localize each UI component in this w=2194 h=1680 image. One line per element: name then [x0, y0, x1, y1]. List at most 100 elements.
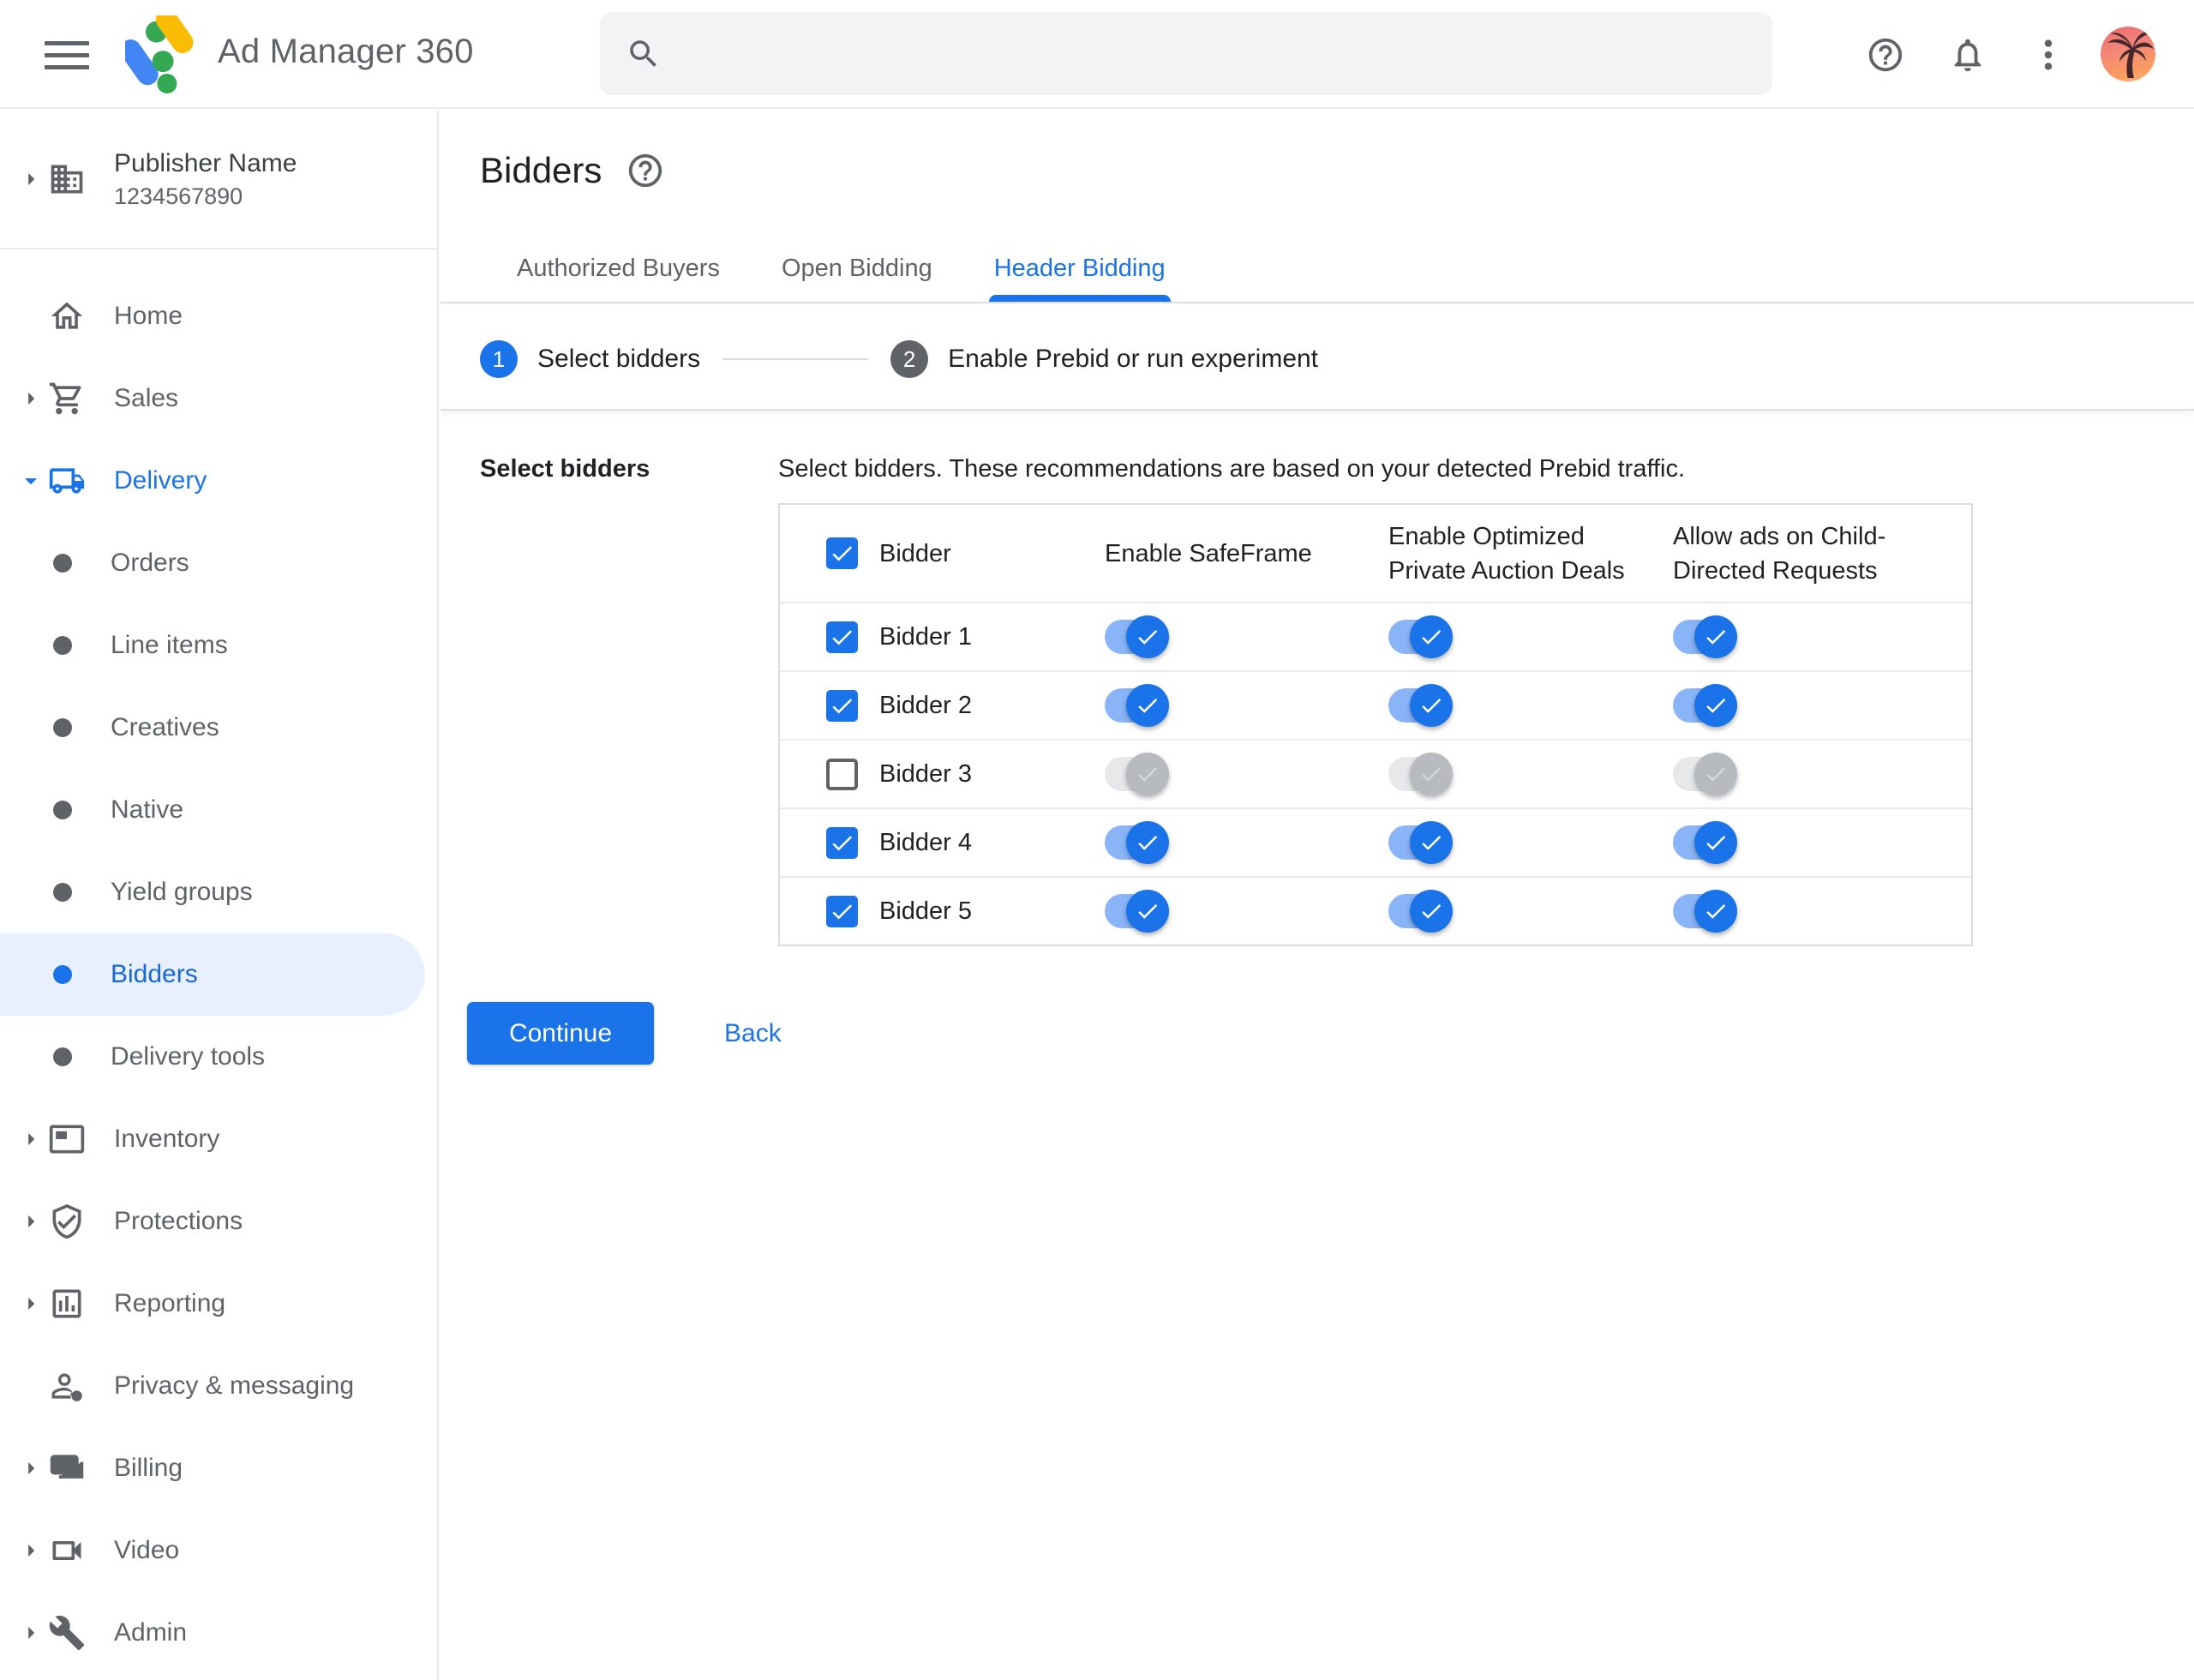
row-checkbox[interactable] — [826, 895, 858, 927]
search-bar[interactable] — [600, 12, 1772, 95]
optimized-deals-toggle[interactable] — [1388, 684, 1453, 727]
sidebar-item-protections[interactable]: Protections — [0, 1180, 437, 1263]
search-input[interactable] — [684, 39, 1747, 69]
safeframe-toggle[interactable] — [1105, 890, 1169, 933]
sidebar-item-privacy-messaging[interactable]: Privacy & messaging — [0, 1345, 437, 1427]
child-directed-toggle[interactable] — [1673, 615, 1737, 658]
sidebar-item-orders[interactable]: Orders — [0, 522, 437, 604]
row-checkbox[interactable] — [826, 758, 858, 790]
sidebar-item-yield-groups[interactable]: Yield groups — [0, 851, 437, 933]
page-title: Bidders — [480, 150, 602, 190]
sidebar-item-line-items[interactable]: Line items — [0, 604, 437, 687]
top-app-bar: Ad Manager 360 — [0, 0, 2194, 109]
continue-button[interactable]: Continue — [467, 1002, 654, 1065]
step-2-circle: 2 — [890, 340, 929, 378]
sidebar-item-label: Privacy & messaging — [114, 1371, 355, 1400]
sidebar-item-label: Admin — [114, 1618, 188, 1647]
table-row: Bidder 3 — [780, 739, 1971, 807]
tab-open-bidding[interactable]: Open Bidding — [779, 236, 935, 302]
publisher-switcher[interactable]: Publisher Name 1234567890 — [0, 111, 437, 249]
sidebar-item-inventory[interactable]: Inventory — [0, 1098, 437, 1180]
safeframe-toggle[interactable] — [1105, 684, 1169, 727]
back-link[interactable]: Back — [724, 1019, 782, 1048]
child-directed-toggle[interactable] — [1673, 821, 1737, 864]
table-row: Bidder 1 — [780, 602, 1971, 670]
help-icon[interactable] — [1861, 31, 1909, 79]
divider — [441, 409, 2194, 411]
sidebar-item-label: Delivery — [114, 466, 207, 495]
page-header: Bidders — [480, 150, 665, 191]
sidebar-nav: Home Sales Delivery Orders Line items Cr… — [0, 249, 437, 1674]
cart-icon — [48, 380, 86, 417]
sidebar-item-label: Billing — [114, 1454, 183, 1482]
bullet-icon — [53, 883, 72, 902]
inventory-icon — [48, 1120, 86, 1158]
publisher-id: 1234567890 — [114, 183, 243, 209]
tab-header-bidding[interactable]: Header Bidding — [988, 236, 1171, 302]
optimized-deals-toggle[interactable] — [1388, 821, 1453, 864]
sidebar-item-label: Protections — [114, 1207, 243, 1235]
safeframe-toggle[interactable] — [1105, 753, 1169, 795]
row-checkbox[interactable] — [826, 621, 858, 653]
notifications-bell-icon[interactable] — [1944, 31, 1992, 79]
bidder-name: Bidder 3 — [879, 759, 973, 788]
video-camera-icon — [48, 1532, 86, 1569]
sidebar-item-creatives[interactable]: Creatives — [0, 687, 437, 769]
caret-right-icon — [15, 1124, 46, 1155]
sidebar-item-admin[interactable]: Admin — [0, 1592, 437, 1674]
caret-right-icon — [15, 1206, 46, 1237]
sidebar-item-reporting[interactable]: Reporting — [0, 1263, 437, 1345]
step-1-label: Select bidders — [537, 345, 701, 373]
select-all-checkbox[interactable] — [826, 537, 858, 569]
child-directed-toggle[interactable] — [1673, 890, 1737, 933]
publisher-name: Publisher Name — [114, 148, 297, 177]
optimized-deals-toggle[interactable] — [1388, 615, 1453, 658]
caret-right-icon — [15, 1535, 46, 1566]
tab-authorized-buyers[interactable]: Authorized Buyers — [514, 236, 722, 302]
sidebar-item-native[interactable]: Native — [0, 769, 437, 851]
stepper: 1 Select bidders 2 Enable Prebid or run … — [480, 328, 1318, 390]
sidebar-item-label: Reporting — [114, 1289, 226, 1317]
sidebar-item-label: Bidders — [111, 960, 198, 988]
sidebar-item-home[interactable]: Home — [0, 275, 437, 357]
divider — [441, 302, 2194, 303]
caret-spacer — [15, 301, 46, 332]
sidebar-item-bidders[interactable]: Bidders — [0, 933, 425, 1016]
sidebar-item-sales[interactable]: Sales — [0, 357, 437, 440]
sidebar-item-label: Creatives — [111, 713, 219, 741]
sidebar-item-label: Inventory — [114, 1125, 220, 1153]
hamburger-menu-icon[interactable] — [45, 31, 93, 79]
bullet-icon — [53, 1047, 72, 1066]
row-checkbox[interactable] — [826, 826, 858, 859]
sidebar-item-label: Video — [114, 1536, 180, 1564]
account-avatar[interactable] — [2101, 27, 2155, 81]
home-icon — [48, 297, 86, 335]
table-header-row: Bidder Enable SafeFrame Enable Optimized… — [780, 505, 1971, 602]
bullet-icon — [53, 801, 72, 819]
sidebar-item-label: Delivery tools — [111, 1042, 266, 1071]
child-directed-toggle[interactable] — [1673, 684, 1737, 727]
caret-right-icon — [15, 1288, 46, 1319]
safeframe-toggle[interactable] — [1105, 615, 1169, 658]
optimized-deals-toggle[interactable] — [1388, 753, 1453, 795]
overflow-menu-icon[interactable] — [2024, 31, 2072, 79]
column-header-optimized-deals: Enable Optimized Private Auction Deals — [1388, 522, 1625, 585]
bidder-name: Bidder 2 — [879, 691, 973, 719]
bidders-table: Bidder Enable SafeFrame Enable Optimized… — [778, 503, 1973, 946]
bidder-name: Bidder 1 — [879, 622, 973, 651]
sidebar-item-delivery[interactable]: Delivery — [0, 440, 437, 522]
bullet-icon — [53, 718, 72, 737]
sidebar-item-delivery-tools[interactable]: Delivery tools — [0, 1016, 437, 1098]
safeframe-toggle[interactable] — [1105, 821, 1169, 864]
page-help-icon[interactable] — [626, 151, 665, 190]
sidebar-item-billing[interactable]: Billing — [0, 1427, 437, 1509]
sidebar-item-label: Native — [111, 795, 184, 824]
optimized-deals-toggle[interactable] — [1388, 890, 1453, 933]
table-row: Bidder 4 — [780, 807, 1971, 876]
child-directed-toggle[interactable] — [1673, 753, 1737, 795]
row-checkbox[interactable] — [826, 689, 858, 722]
sidebar-item-label: Home — [114, 302, 183, 330]
table-row: Bidder 5 — [780, 876, 1971, 945]
sidebar-item-video[interactable]: Video — [0, 1509, 437, 1592]
section-description: Select bidders. These recommendations ar… — [778, 455, 1686, 483]
